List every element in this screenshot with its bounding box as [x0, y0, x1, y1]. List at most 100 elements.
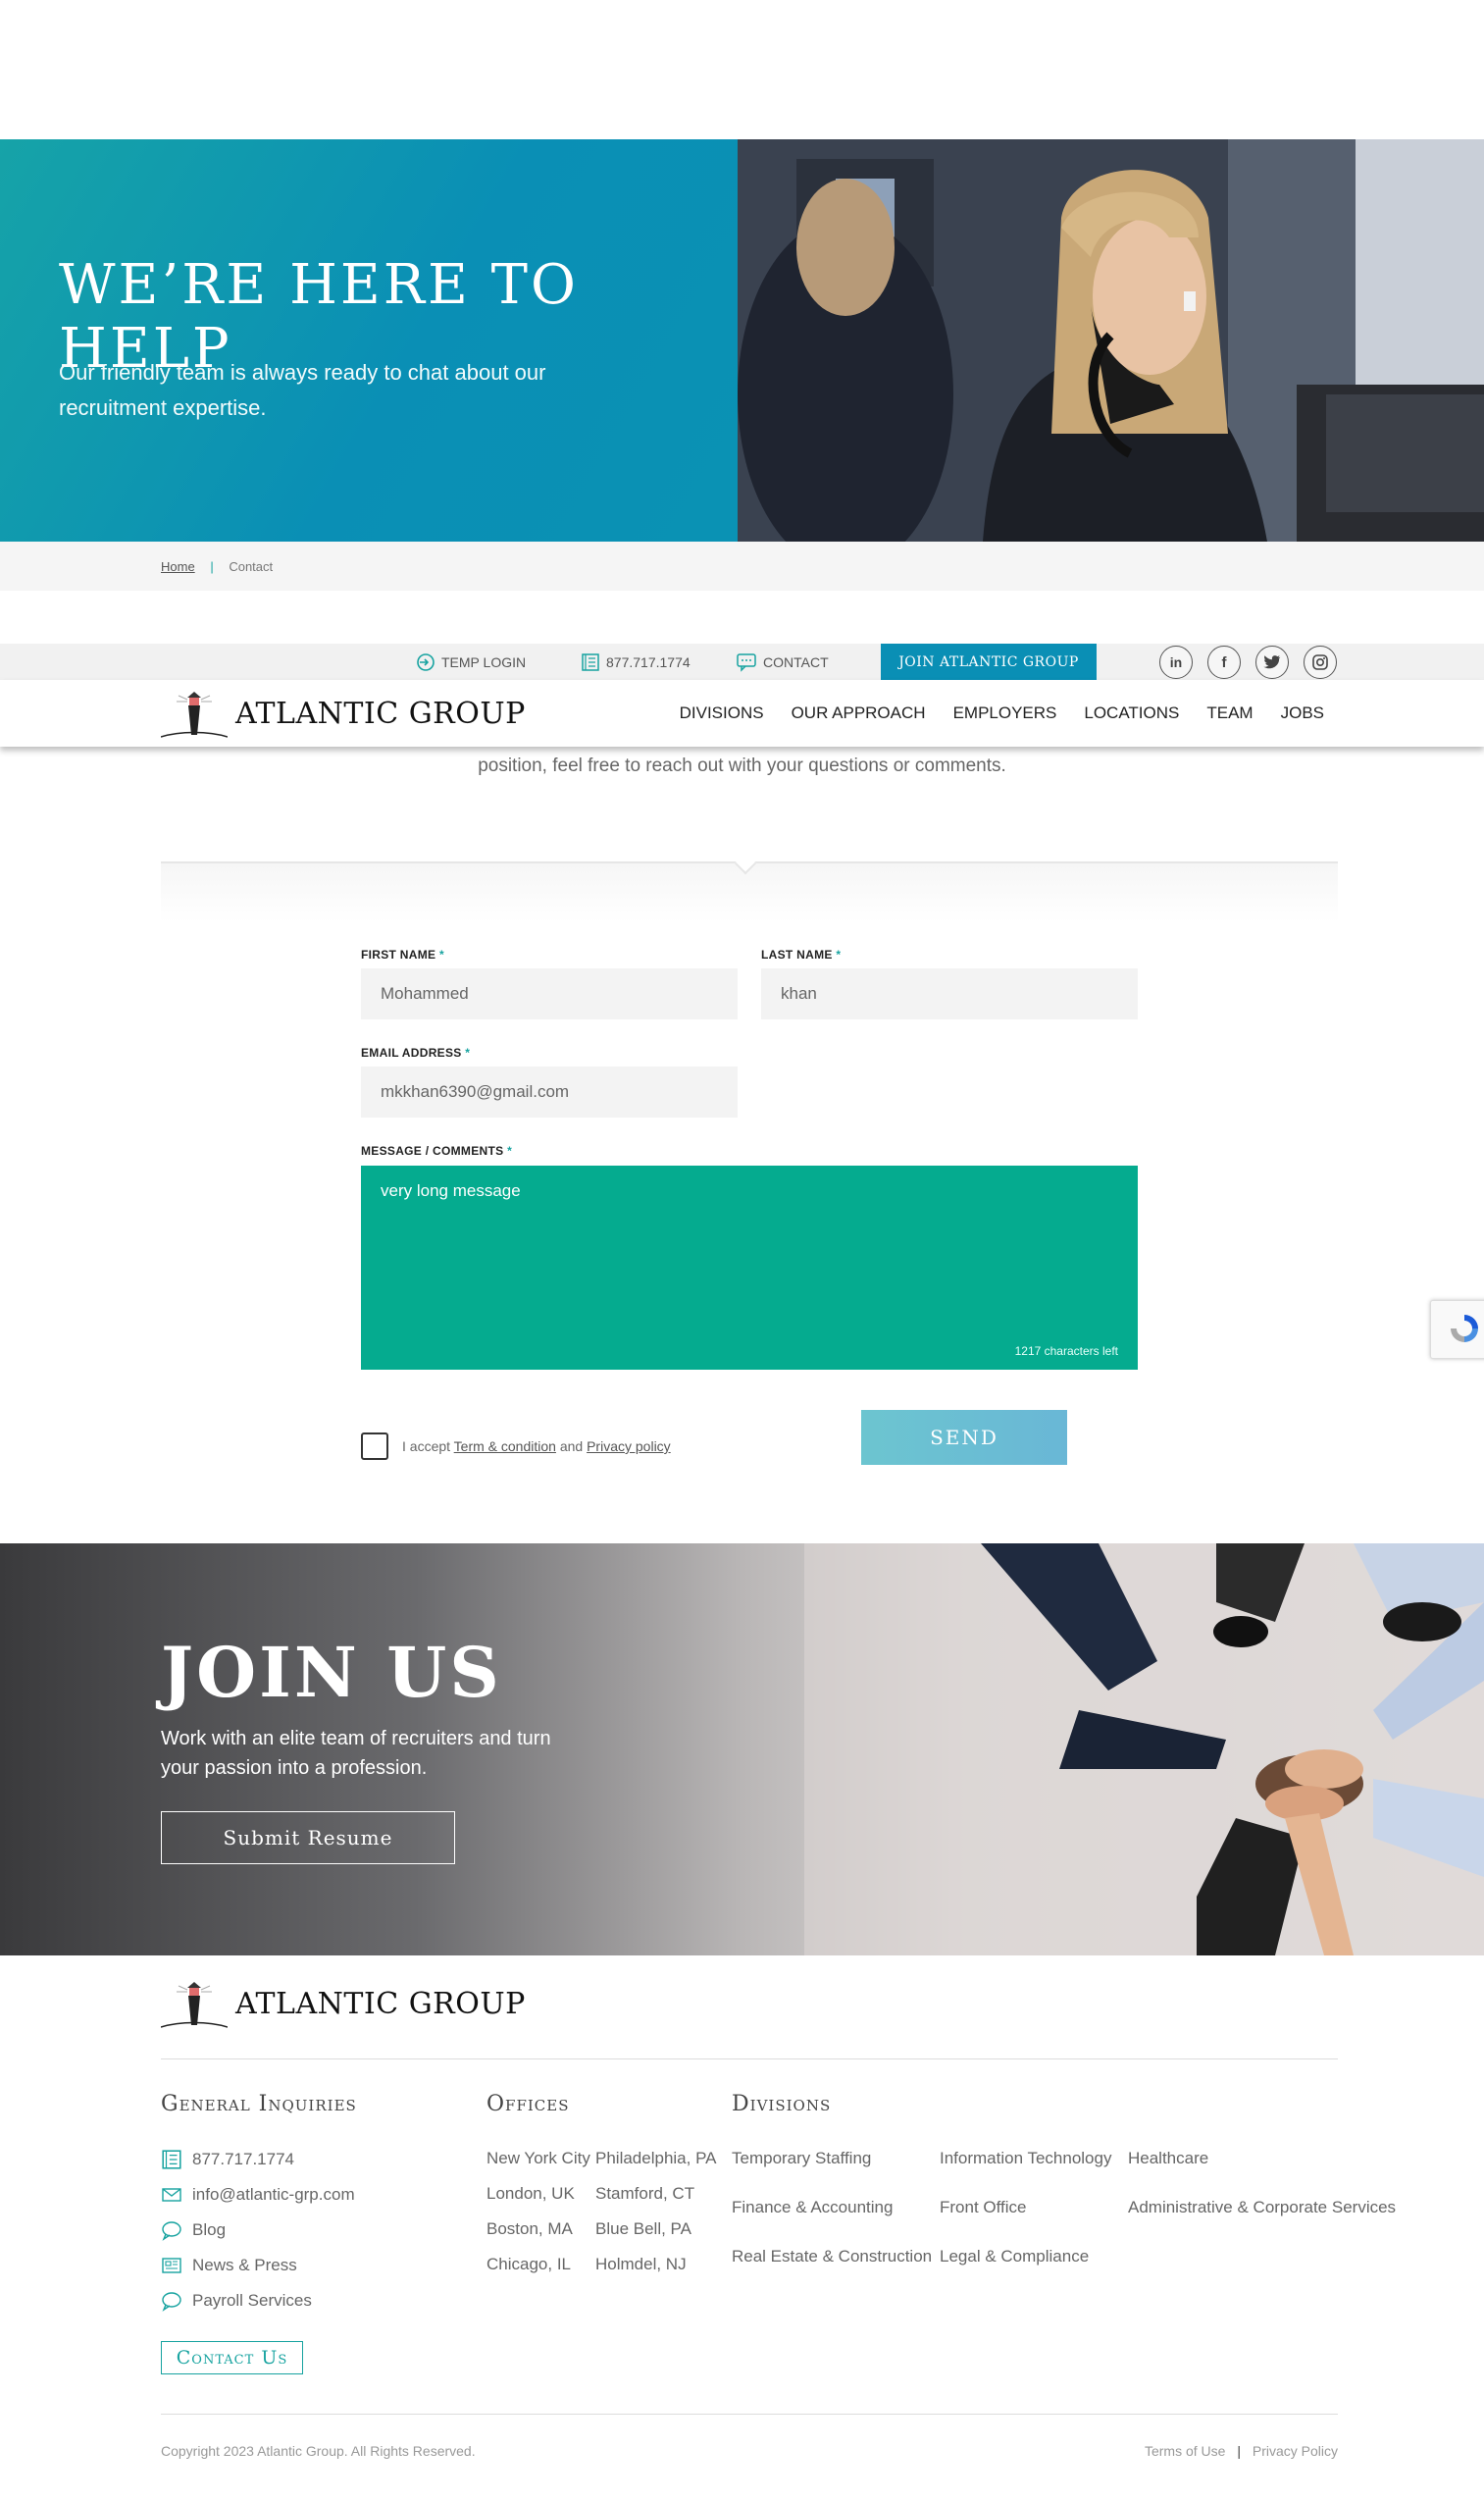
contact-link[interactable]: CONTACT [736, 644, 829, 680]
breadcrumb-current: Contact [229, 559, 274, 574]
hero-text-panel: WE’RE HERE TO HELP Our friendly team is … [0, 139, 738, 542]
chat-icon [737, 652, 756, 672]
twitter-bird-icon [1263, 655, 1281, 669]
characters-left-counter: 1217 characters left [1014, 1344, 1118, 1358]
join-us-subtitle: Work with an elite team of recruiters an… [161, 1728, 551, 1779]
nav-team[interactable]: TEAM [1206, 703, 1253, 723]
footer-payroll-text: Payroll Services [192, 2291, 312, 2310]
first-name-label-text: FIRST NAME [361, 948, 436, 962]
offices-heading: Offices [486, 2092, 570, 2116]
intro-text: position, feel free to reach out with yo… [478, 755, 1006, 776]
footer-email-link[interactable]: info@atlantic-grp.com [161, 2184, 355, 2206]
office-link[interactable]: Chicago, IL [486, 2255, 571, 2274]
linkedin-icon[interactable]: in [1159, 646, 1193, 679]
footer-email-text: info@atlantic-grp.com [192, 2185, 355, 2204]
footer-phone-text: 877.717.1774 [192, 2150, 294, 2168]
instagram-icon[interactable] [1304, 646, 1337, 679]
footer-phone-link[interactable]: 877.717.1774 [161, 2149, 294, 2170]
join-us-title: JOIN US [161, 1632, 502, 1713]
footer-blog-link[interactable]: Blog [161, 2219, 226, 2241]
copyright-text: Copyright 2023 Atlantic Group. All Right… [161, 2443, 476, 2459]
division-link[interactable]: Healthcare [1128, 2149, 1208, 2168]
recaptcha-badge[interactable] [1430, 1300, 1484, 1359]
office-link[interactable]: Philadelphia, PA [595, 2149, 717, 2168]
login-icon [417, 652, 435, 671]
office-link[interactable]: Stamford, CT [595, 2184, 694, 2204]
first-name-field[interactable]: Mohammed [361, 968, 738, 1019]
footer-contact-us-button[interactable]: Contact Us [161, 2341, 303, 2374]
division-link[interactable]: Front Office [940, 2198, 1027, 2217]
phone-link[interactable]: 877.717.1774 [581, 644, 691, 680]
woman-on-phone-image [738, 139, 1484, 542]
required-mark: * [836, 948, 842, 962]
email-field[interactable]: mkkhan6390@gmail.com [361, 1067, 738, 1118]
office-link[interactable]: London, UK [486, 2184, 575, 2204]
email-value: mkkhan6390@gmail.com [381, 1082, 570, 1101]
nav-our-approach[interactable]: OUR APPROACH [792, 703, 926, 723]
terms-link[interactable]: Term & condition [454, 1438, 556, 1454]
last-name-value: khan [781, 984, 817, 1003]
division-link[interactable]: Finance & Accounting [732, 2198, 893, 2217]
footer-payroll-link[interactable]: Payroll Services [161, 2290, 312, 2312]
footer-news-link[interactable]: News & Press [161, 2255, 297, 2276]
message-label-text: MESSAGE / COMMENTS [361, 1144, 504, 1158]
message-textarea[interactable]: very long message 1217 characters left [361, 1166, 1138, 1370]
logo[interactable]: ATLANTIC GROUP [161, 686, 526, 741]
join-atlantic-group-button[interactable]: JOIN ATLANTIC GROUP [881, 644, 1097, 680]
last-name-label-text: LAST NAME [761, 948, 833, 962]
legal-separator: | [1237, 2443, 1241, 2459]
hero-photo [738, 139, 1484, 542]
required-mark: * [507, 1144, 513, 1158]
breadcrumb-home-link[interactable]: Home [161, 559, 195, 574]
divisions-heading: Divisions [732, 2092, 832, 2116]
nav-divisions[interactable]: DIVISIONS [680, 703, 764, 723]
legal-links: Terms of Use | Privacy Policy [1145, 2443, 1338, 2459]
footer-logo-text: ATLANTIC GROUP [235, 1986, 526, 2021]
contact-label: CONTACT [763, 653, 829, 670]
division-link[interactable]: Real Estate & Construction [732, 2247, 932, 2266]
breadcrumb-separator: | [210, 559, 214, 574]
temp-login-label: TEMP LOGIN [441, 653, 527, 670]
accept-and: and [559, 1438, 584, 1454]
join-us-banner: JOIN US Work with an elite team of recru… [0, 1543, 1484, 1955]
accept-terms-text: I accept Term & condition and Privacy po… [402, 1438, 671, 1454]
twitter-icon[interactable] [1255, 646, 1289, 679]
newspaper-icon [162, 2258, 181, 2273]
division-link[interactable]: Legal & Compliance [940, 2247, 1089, 2266]
submit-resume-button[interactable]: Submit Resume [161, 1811, 455, 1864]
envelope-icon [162, 2188, 181, 2202]
nav-jobs[interactable]: JOBS [1281, 703, 1324, 723]
office-link[interactable]: New York City [486, 2149, 590, 2168]
message-label: MESSAGE / COMMENTS * [361, 1144, 512, 1158]
phone-icon [162, 2150, 181, 2169]
privacy-policy-link[interactable]: Privacy Policy [1253, 2443, 1338, 2459]
phone-label: 877.717.1774 [606, 653, 691, 670]
footer-logo[interactable]: ATLANTIC GROUP [161, 1976, 526, 2031]
hero-subtitle: Our friendly team is always ready to cha… [59, 360, 546, 420]
email-label-text: EMAIL ADDRESS [361, 1046, 462, 1060]
lighthouse-logo-icon [161, 692, 228, 738]
nav-locations[interactable]: LOCATIONS [1084, 703, 1179, 723]
nav-employers[interactable]: EMPLOYERS [953, 703, 1057, 723]
facebook-icon[interactable]: f [1207, 646, 1241, 679]
division-link[interactable]: Administrative & Corporate Services [1128, 2198, 1396, 2217]
division-link[interactable]: Temporary Staffing [732, 2149, 871, 2168]
first-name-label: FIRST NAME * [361, 948, 444, 962]
email-label: EMAIL ADDRESS * [361, 1046, 470, 1060]
logo-text: ATLANTIC GROUP [235, 696, 526, 731]
accept-terms-checkbox[interactable] [361, 1432, 388, 1460]
privacy-link[interactable]: Privacy policy [587, 1438, 671, 1454]
office-link[interactable]: Blue Bell, PA [595, 2219, 691, 2239]
main-nav: ATLANTIC GROUP DIVISIONS OUR APPROACH EM… [0, 680, 1484, 747]
speech-bubble-icon [162, 2292, 181, 2312]
last-name-field[interactable]: khan [761, 968, 1138, 1019]
temp-login-link[interactable]: TEMP LOGIN [416, 644, 526, 680]
send-button[interactable]: SEND [861, 1410, 1067, 1465]
office-link[interactable]: Boston, MA [486, 2219, 573, 2239]
division-link[interactable]: Information Technology [940, 2149, 1111, 2168]
first-name-value: Mohammed [381, 984, 469, 1003]
footer-blog-text: Blog [192, 2220, 227, 2239]
phone-icon [582, 652, 599, 671]
office-link[interactable]: Holmdel, NJ [595, 2255, 687, 2274]
terms-of-use-link[interactable]: Terms of Use [1145, 2443, 1225, 2459]
